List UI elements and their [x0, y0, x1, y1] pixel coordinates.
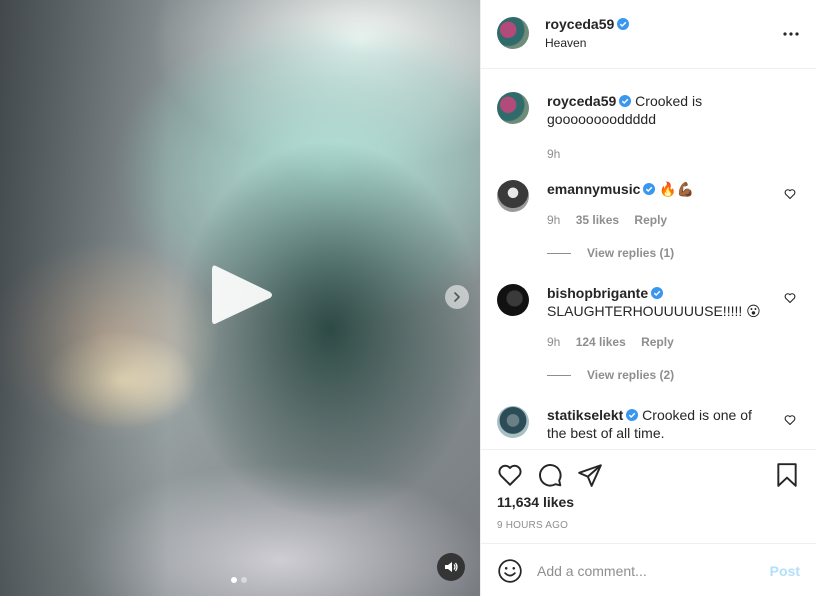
post-location[interactable]: Heaven — [545, 36, 586, 50]
replies-divider — [547, 252, 571, 254]
slide-dot — [231, 577, 237, 583]
avatar[interactable] — [497, 406, 529, 438]
add-comment-bar: Post — [481, 543, 816, 596]
comment-username[interactable]: statikselekt — [547, 407, 623, 423]
comment-time[interactable]: 9h — [547, 213, 560, 227]
caption-username[interactable]: royceda59 — [547, 93, 616, 109]
comment-item: emannymusic 🔥💪🏾 9h 35 likes Reply — [497, 180, 800, 240]
avatar[interactable] — [497, 17, 529, 49]
reply-button[interactable]: Reply — [634, 213, 667, 227]
post-details-panel: royceda59 Heaven royceda59 Crooked is go… — [480, 0, 816, 596]
mute-button[interactable] — [437, 553, 465, 581]
comment-text: 🔥💪🏾 — [659, 181, 695, 197]
post-timestamp[interactable]: 9 HOURS AGO — [497, 520, 568, 531]
verified-icon — [626, 409, 639, 421]
post-author-username[interactable]: royceda59 — [545, 16, 614, 32]
comment-username[interactable]: bishopbrigante — [547, 285, 648, 301]
post-media-video[interactable] — [0, 0, 480, 596]
comment-username[interactable]: emannymusic — [547, 181, 640, 197]
comment-text: SLAUGHTERHOUUUUUSE!!!!! 😮 — [547, 303, 761, 319]
heart-icon[interactable] — [784, 414, 796, 426]
comments-list[interactable]: royceda59 Crooked is gooooooooddddd 9h e… — [481, 69, 816, 449]
speaker-icon — [445, 562, 458, 572]
heart-icon[interactable] — [784, 188, 796, 200]
post-actions: 11,634 likes 9 HOURS AGO — [481, 449, 816, 543]
heart-icon[interactable] — [784, 292, 796, 304]
chevron-right-icon — [454, 292, 460, 302]
heart-icon[interactable] — [497, 462, 523, 488]
caption-time[interactable]: 9h — [547, 147, 560, 161]
comment-likes[interactable]: 124 likes — [576, 335, 626, 349]
emoji-icon[interactable] — [497, 558, 523, 584]
like-count[interactable]: 11,634 likes — [497, 494, 574, 510]
verified-icon — [619, 95, 632, 107]
verified-icon — [643, 183, 656, 195]
share-icon[interactable] — [577, 462, 603, 488]
verified-icon — [617, 18, 630, 30]
comment-icon[interactable] — [537, 462, 563, 488]
play-icon[interactable] — [210, 262, 274, 328]
replies-divider — [547, 374, 571, 376]
post-header: royceda59 Heaven — [481, 0, 816, 69]
view-replies-label: View replies (1) — [587, 246, 675, 260]
post-caption: royceda59 Crooked is gooooooooddddd 9h — [497, 92, 800, 162]
view-replies-button[interactable]: View replies (1) — [547, 246, 674, 260]
comment-item: bishopbrigante SLAUGHTERHOUUUUUSE!!!!! 😮… — [497, 284, 800, 349]
avatar[interactable] — [497, 180, 529, 212]
comment-input[interactable] — [537, 560, 757, 582]
slide-dot — [241, 577, 247, 583]
bookmark-icon[interactable] — [774, 462, 800, 488]
verified-icon — [651, 287, 664, 299]
comment-likes[interactable]: 35 likes — [576, 213, 619, 227]
avatar[interactable] — [497, 284, 529, 316]
view-replies-label: View replies (2) — [587, 368, 675, 382]
slide-indicator — [231, 577, 247, 583]
avatar[interactable] — [497, 92, 529, 124]
comment-item: statikselekt Crooked is one of the best … — [497, 406, 800, 449]
view-replies-button[interactable]: View replies (2) — [547, 368, 674, 382]
post-comment-button[interactable]: Post — [770, 563, 800, 579]
next-slide-button[interactable] — [445, 285, 469, 309]
more-options-icon[interactable] — [783, 27, 799, 41]
reply-button[interactable]: Reply — [641, 335, 674, 349]
comment-time[interactable]: 9h — [547, 335, 560, 349]
